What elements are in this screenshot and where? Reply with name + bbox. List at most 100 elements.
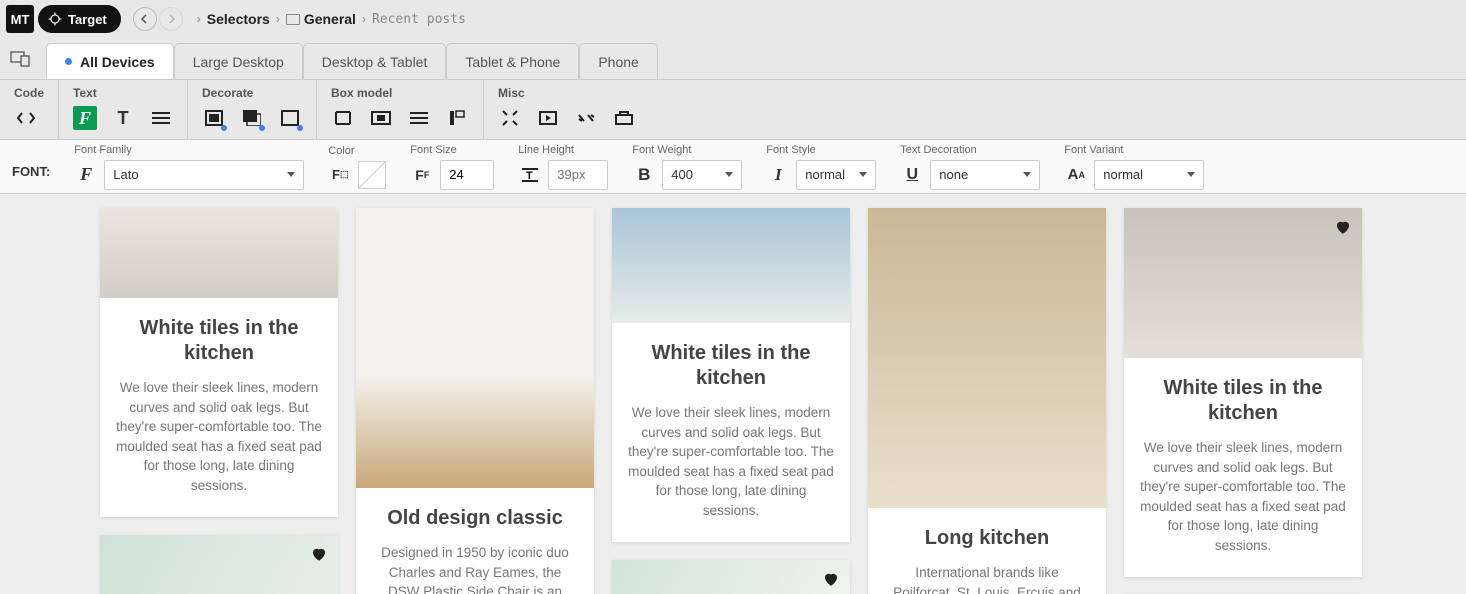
shadow-icon[interactable]: [240, 106, 264, 130]
font-family-section: Font Family F Lato: [74, 144, 304, 190]
underline-icon: U: [900, 163, 924, 187]
svg-text:T: T: [526, 170, 533, 182]
target-label: Target: [68, 12, 107, 27]
card-white-tiles-2[interactable]: White tiles in the kitchen We love their…: [612, 208, 850, 542]
overflow-icon[interactable]: [612, 106, 636, 130]
card-text: We love their sleek lines, modern curves…: [628, 403, 834, 520]
card-text: We love their sleek lines, modern curves…: [1140, 438, 1346, 555]
heart-icon[interactable]: [1334, 218, 1352, 236]
toolbar-decorate-group: Decorate: [188, 80, 317, 139]
color-section: Color F⬚: [328, 145, 386, 189]
card-title: Old design classic: [372, 506, 578, 531]
chevron-down-icon: [1187, 172, 1195, 177]
variant-icon: AA: [1064, 163, 1088, 187]
active-dot-icon: [65, 58, 72, 65]
font-icon[interactable]: F: [73, 106, 97, 130]
devices-icon[interactable]: [6, 45, 34, 73]
font-size-section: Font Size FF: [410, 144, 494, 190]
heart-icon[interactable]: [822, 570, 840, 588]
tab-tablet-phone[interactable]: Tablet & Phone: [446, 43, 579, 79]
toolbar: Code Text F T Decorate Box model Misc: [0, 80, 1466, 140]
top-bar: MT Target › Selectors › General › Recent…: [0, 0, 1466, 38]
transform-icon[interactable]: [574, 106, 598, 130]
breadcrumb-general[interactable]: General: [286, 11, 356, 27]
chevron-down-icon: [287, 172, 295, 177]
card-image-only[interactable]: [100, 535, 338, 594]
text-type-icon[interactable]: T: [111, 106, 135, 130]
app-logo: MT: [6, 5, 34, 33]
background-icon[interactable]: [202, 106, 226, 130]
tab-desktop-tablet[interactable]: Desktop & Tablet: [303, 43, 447, 79]
target-button[interactable]: Target: [38, 5, 121, 33]
padding-icon[interactable]: [369, 106, 393, 130]
column-2: Old design classic Designed in 1950 by i…: [356, 208, 594, 594]
collapse-icon[interactable]: [498, 106, 522, 130]
font-bar: FONT: Font Family F Lato Color F⬚ Font S…: [0, 140, 1466, 194]
card-white-tiles-3[interactable]: White tiles in the kitchen We love their…: [1124, 208, 1362, 577]
line-height-icon: T: [518, 163, 542, 187]
font-style-select[interactable]: normal: [796, 160, 876, 190]
font-label: FONT:: [12, 164, 50, 179]
card-image: [1124, 208, 1362, 358]
font-weight-select[interactable]: 400: [662, 160, 742, 190]
column-1: White tiles in the kitchen We love their…: [100, 208, 338, 594]
italic-icon: I: [766, 163, 790, 187]
chevron-down-icon: [859, 172, 867, 177]
column-4: Long kitchen International brands like P…: [868, 208, 1106, 594]
canvas: White tiles in the kitchen We love their…: [0, 194, 1466, 594]
nav-back-button[interactable]: [133, 7, 157, 31]
card-image-only[interactable]: [612, 560, 850, 594]
font-weight-section: Font Weight B 400: [632, 144, 742, 190]
folder-icon: [286, 14, 300, 25]
nav-forward-button[interactable]: [159, 7, 183, 31]
line-height-input[interactable]: [548, 160, 608, 190]
card-image: [612, 560, 850, 594]
card-image: [612, 208, 850, 323]
tab-large-desktop[interactable]: Large Desktop: [174, 43, 303, 79]
breadcrumb: › Selectors › General › Recent posts: [197, 11, 466, 27]
card-image: [868, 208, 1106, 508]
chevron-down-icon: [1023, 172, 1031, 177]
line-height-section: Line Height T: [518, 144, 608, 190]
toolbar-misc-group: Misc: [484, 80, 650, 139]
text-decoration-section: Text Decoration U none: [900, 144, 1040, 190]
breadcrumb-selectors[interactable]: Selectors: [207, 11, 270, 27]
text-decoration-select[interactable]: none: [930, 160, 1040, 190]
chevron-right-icon: ›: [197, 12, 201, 26]
color-swatch[interactable]: [358, 161, 386, 189]
margin-icon[interactable]: [407, 106, 431, 130]
card-title: Long kitchen: [884, 526, 1090, 551]
device-tabs: All Devices Large Desktop Desktop & Tabl…: [0, 38, 1466, 80]
tab-phone[interactable]: Phone: [579, 43, 657, 79]
chevron-right-icon: ›: [362, 12, 366, 26]
font-size-input[interactable]: [440, 160, 494, 190]
bold-icon: B: [632, 163, 656, 187]
font-style-section: Font Style I normal: [766, 144, 876, 190]
font-family-select[interactable]: Lato: [104, 160, 304, 190]
card-old-design[interactable]: Old design classic Designed in 1950 by i…: [356, 208, 594, 594]
card-white-tiles[interactable]: White tiles in the kitchen We love their…: [100, 208, 338, 517]
crosshair-icon: [48, 12, 62, 26]
dimensions-icon[interactable]: [331, 106, 355, 130]
card-title: White tiles in the kitchen: [116, 316, 322, 366]
position-icon[interactable]: [445, 106, 469, 130]
list-icon[interactable]: [149, 106, 173, 130]
border-icon[interactable]: [278, 106, 302, 130]
toolbar-text-group: Text F T: [59, 80, 188, 139]
display-icon[interactable]: [536, 106, 560, 130]
card-image: [100, 208, 338, 298]
card-text: We love their sleek lines, modern curves…: [116, 378, 322, 495]
column-5: White tiles in the kitchen We love their…: [1124, 208, 1362, 594]
card-image: [356, 208, 594, 488]
card-long-kitchen[interactable]: Long kitchen International brands like P…: [868, 208, 1106, 594]
column-3: White tiles in the kitchen We love their…: [612, 208, 850, 594]
toolbar-box-group: Box model: [317, 80, 484, 139]
nav-arrows: [133, 7, 183, 31]
font-variant-select[interactable]: normal: [1094, 160, 1204, 190]
heart-icon[interactable]: [310, 545, 328, 563]
tab-all-devices[interactable]: All Devices: [46, 43, 174, 79]
breadcrumb-recent-posts[interactable]: Recent posts: [372, 12, 466, 27]
font-size-icon: FF: [410, 163, 434, 187]
code-icon[interactable]: [14, 106, 38, 130]
card-text: Designed in 1950 by iconic duo Charles a…: [372, 543, 578, 594]
